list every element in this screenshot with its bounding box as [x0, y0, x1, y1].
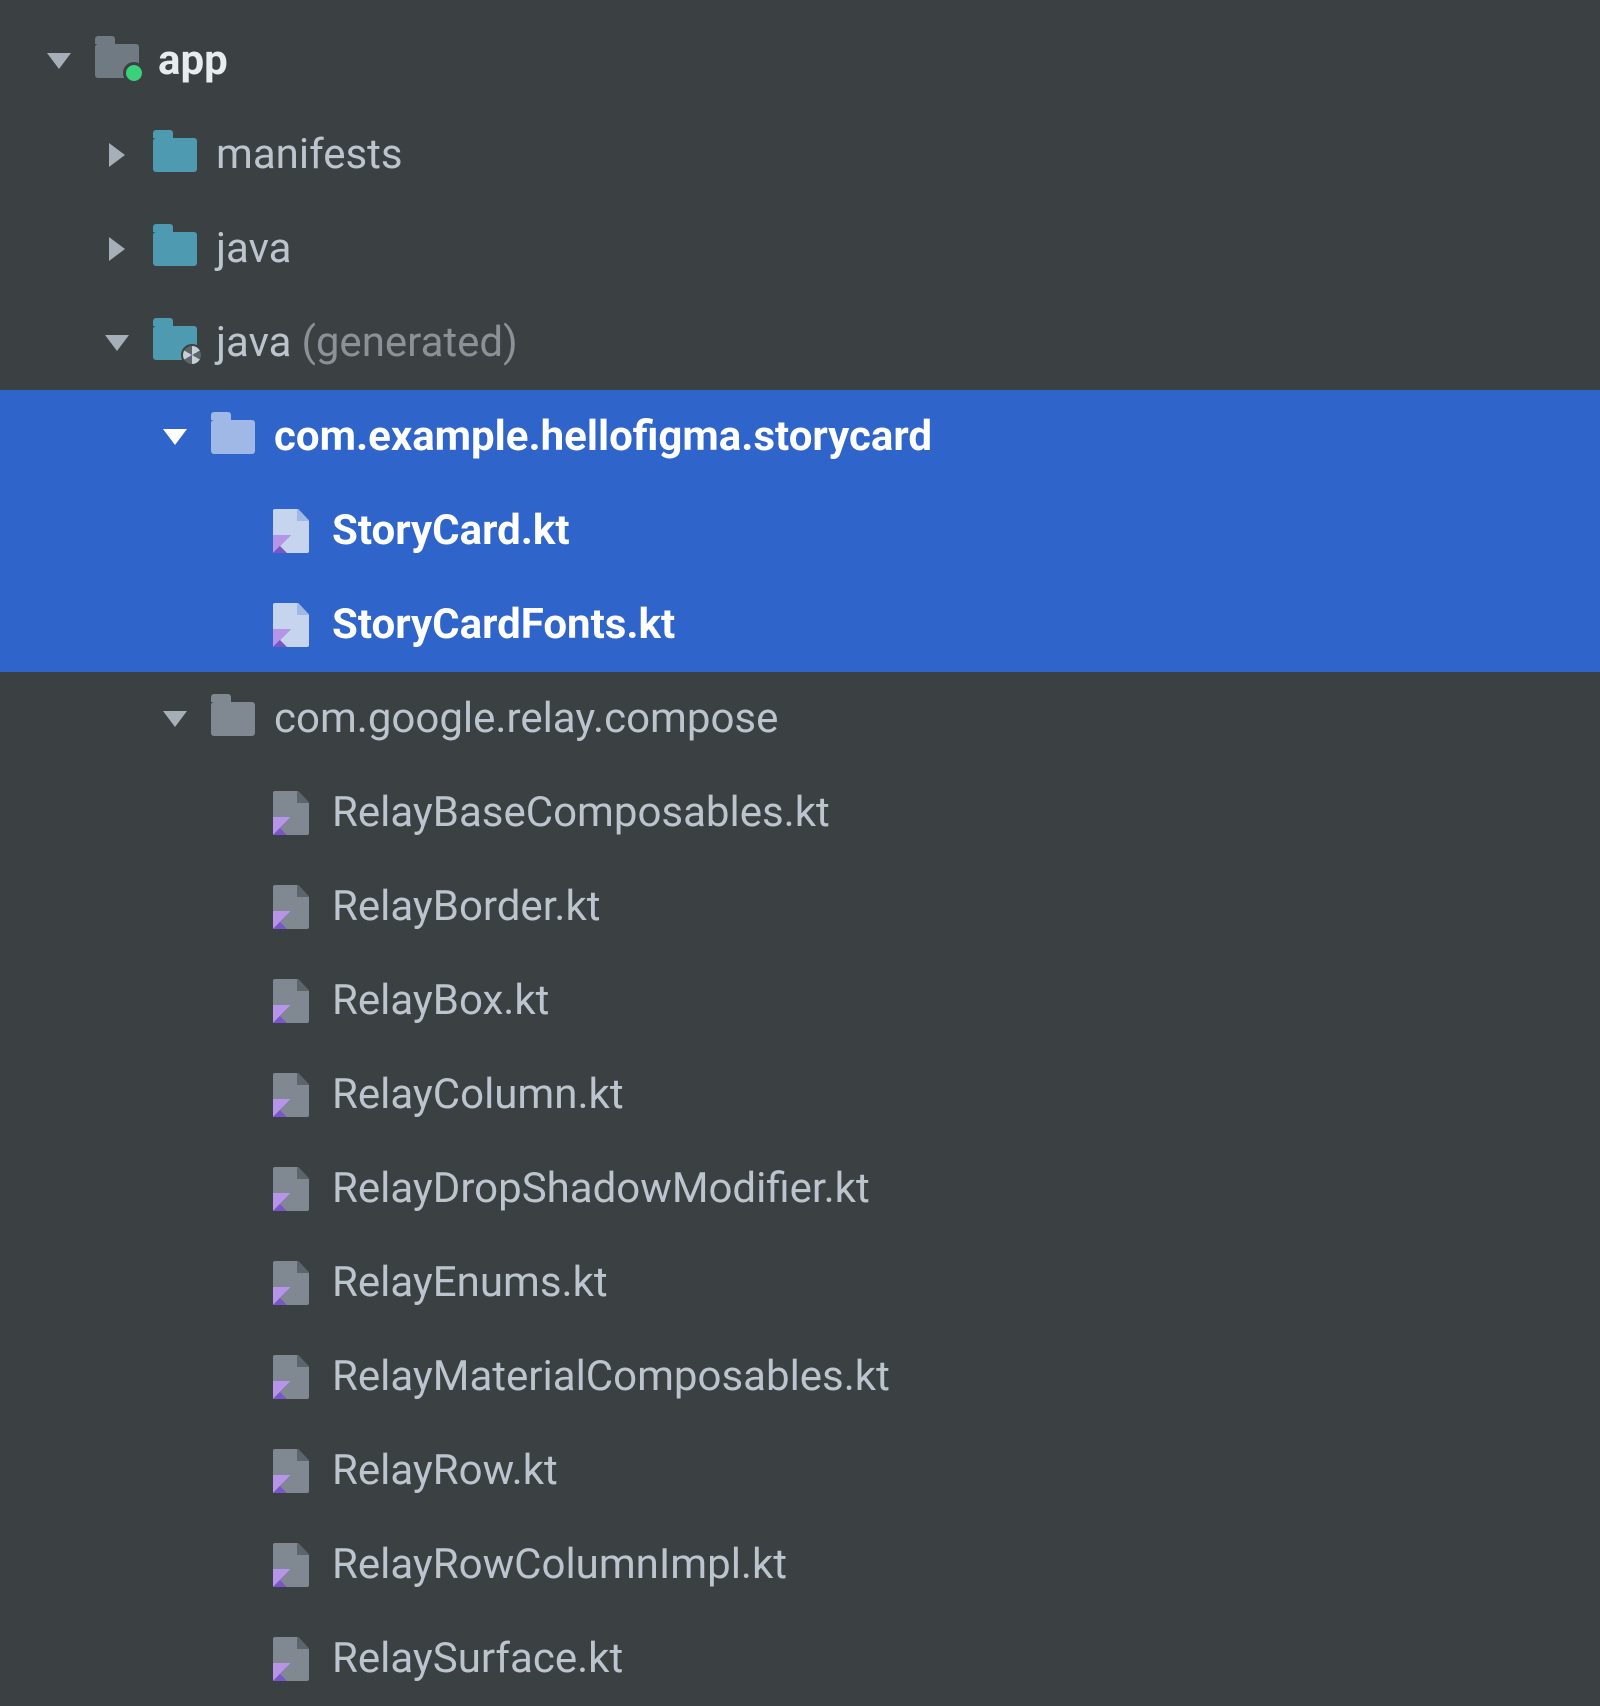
chevron-right-icon[interactable]	[88, 237, 146, 261]
kotlin-file-icon	[262, 1543, 320, 1587]
tree-label: RelayMaterialComposables.kt	[320, 1356, 890, 1398]
tree-label: com.example.hellofigma.storycard	[262, 416, 932, 458]
kotlin-file-icon	[262, 603, 320, 647]
chevron-right-icon[interactable]	[88, 143, 146, 167]
tree-label: RelayBorder.kt	[320, 886, 601, 928]
tree-node-file[interactable]: RelayColumn.kt	[0, 1048, 1600, 1142]
tree-node-file[interactable]: RelayEnums.kt	[0, 1236, 1600, 1330]
tree-node-manifests[interactable]: manifests	[0, 108, 1600, 202]
tree-node-file[interactable]: RelaySurface.kt	[0, 1612, 1600, 1706]
tree-node-file[interactable]: RelayRow.kt	[0, 1424, 1600, 1518]
tree-label: java	[204, 322, 291, 364]
tree-node-file[interactable]: RelayBorder.kt	[0, 860, 1600, 954]
kotlin-file-icon	[262, 1167, 320, 1211]
tree-label: com.google.relay.compose	[262, 698, 778, 740]
chevron-down-icon[interactable]	[88, 335, 146, 351]
folder-icon	[146, 232, 204, 266]
tree-label-suffix: (generated)	[291, 322, 517, 364]
generated-folder-icon	[146, 326, 204, 360]
kotlin-file-icon	[262, 509, 320, 553]
folder-icon	[146, 138, 204, 172]
tree-label: RelayBaseComposables.kt	[320, 792, 830, 834]
tree-label: RelayRowColumnImpl.kt	[320, 1544, 787, 1586]
chevron-down-icon[interactable]	[146, 711, 204, 727]
tree-label: RelayRow.kt	[320, 1450, 558, 1492]
package-folder-icon	[204, 420, 262, 454]
project-tree[interactable]: app manifests java java (generated) com.…	[0, 0, 1600, 1706]
kotlin-file-icon	[262, 1073, 320, 1117]
tree-node-file[interactable]: RelayDropShadowModifier.kt	[0, 1142, 1600, 1236]
chevron-down-icon[interactable]	[30, 53, 88, 69]
kotlin-file-icon	[262, 1637, 320, 1681]
kotlin-file-icon	[262, 979, 320, 1023]
kotlin-file-icon	[262, 885, 320, 929]
kotlin-file-icon	[262, 1449, 320, 1493]
tree-node-app[interactable]: app	[0, 14, 1600, 108]
tree-node-file[interactable]: RelayBaseComposables.kt	[0, 766, 1600, 860]
tree-label: RelayBox.kt	[320, 980, 549, 1022]
tree-node-file[interactable]: RelayMaterialComposables.kt	[0, 1330, 1600, 1424]
tree-node-java[interactable]: java	[0, 202, 1600, 296]
tree-node-file[interactable]: RelayRowColumnImpl.kt	[0, 1518, 1600, 1612]
kotlin-file-icon	[262, 1355, 320, 1399]
tree-node-file[interactable]: StoryCard.kt	[0, 484, 1600, 578]
tree-node-package-relay[interactable]: com.google.relay.compose	[0, 672, 1600, 766]
tree-node-file[interactable]: RelayBox.kt	[0, 954, 1600, 1048]
tree-node-file[interactable]: StoryCardFonts.kt	[0, 578, 1600, 672]
tree-label: java	[204, 228, 291, 270]
kotlin-file-icon	[262, 791, 320, 835]
tree-label: StoryCardFonts.kt	[320, 604, 675, 646]
chevron-down-icon[interactable]	[146, 429, 204, 445]
package-folder-icon	[204, 702, 262, 736]
tree-label: RelaySurface.kt	[320, 1638, 623, 1680]
tree-label: StoryCard.kt	[320, 510, 570, 552]
kotlin-file-icon	[262, 1261, 320, 1305]
tree-label: RelayDropShadowModifier.kt	[320, 1168, 870, 1210]
tree-node-java-generated[interactable]: java (generated)	[0, 296, 1600, 390]
tree-label: RelayColumn.kt	[320, 1074, 624, 1116]
tree-label: app	[146, 40, 228, 82]
tree-label: RelayEnums.kt	[320, 1262, 608, 1304]
module-folder-icon	[88, 44, 146, 78]
tree-node-package-storycard[interactable]: com.example.hellofigma.storycard	[0, 390, 1600, 484]
tree-label: manifests	[204, 134, 403, 176]
